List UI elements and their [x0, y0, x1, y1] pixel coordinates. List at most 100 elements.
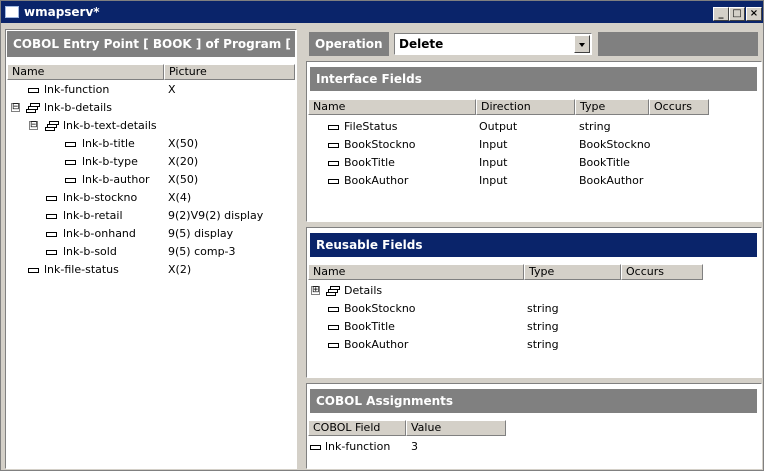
operation-label: Operation: [309, 32, 389, 56]
tree-row-name: lnk-b-type: [82, 155, 138, 168]
table-row[interactable]: ⊞ Details: [307, 282, 761, 300]
column-header-type[interactable]: Type: [575, 99, 649, 115]
table-row[interactable]: BookStockno string: [307, 300, 761, 318]
column-header-direction[interactable]: Direction: [476, 99, 575, 115]
column-header-name[interactable]: Name: [308, 264, 524, 280]
close-button[interactable]: ×: [746, 7, 762, 21]
group-icon: [326, 286, 340, 296]
operation-select[interactable]: Delete: [394, 33, 592, 55]
column-header-occurs[interactable]: Occurs: [621, 264, 703, 280]
tree-row[interactable]: ⊟ lnk-b-text-details: [6, 117, 296, 135]
tree-row[interactable]: lnk-b-retail 9(2)V9(2) display: [6, 207, 296, 225]
reusable-fields-panel: Reusable Fields Name Type Occurs ⊞ Detai…: [306, 227, 762, 378]
cell-type: string: [579, 120, 611, 133]
tree-row[interactable]: lnk-b-type X(20): [6, 153, 296, 171]
collapse-toggle[interactable]: ⊟: [11, 103, 20, 112]
column-header-cobol-field[interactable]: COBOL Field: [308, 420, 406, 436]
cobol-assignments-panel: COBOL Assignments COBOL Field Value lnk-…: [306, 383, 762, 469]
group-icon: [26, 103, 40, 113]
table-row[interactable]: FileStatus Output string: [307, 118, 761, 136]
column-header-occurs[interactable]: Occurs: [649, 99, 709, 115]
collapse-toggle[interactable]: ⊟: [29, 121, 38, 130]
tree-row-picture: X(4): [168, 191, 192, 204]
chevron-down-icon[interactable]: [574, 35, 590, 53]
operation-bar-filler: [598, 32, 758, 56]
field-icon: [28, 88, 39, 93]
field-icon: [328, 179, 339, 184]
tree-row-name: lnk-b-author: [82, 173, 150, 186]
reusable-fields-header: Reusable Fields: [310, 233, 757, 257]
cell-direction: Input: [479, 174, 508, 187]
cobol-assignments-header: COBOL Assignments: [310, 389, 757, 413]
tree-row[interactable]: lnk-b-stockno X(4): [6, 189, 296, 207]
tree-row-picture: X(20): [168, 155, 199, 168]
tree-row-name: lnk-function: [44, 83, 110, 96]
column-header-picture[interactable]: Picture: [164, 64, 295, 80]
column-header-value[interactable]: Value: [406, 420, 506, 436]
field-icon: [46, 250, 57, 255]
tree-row-name: lnk-b-retail: [63, 209, 123, 222]
title-bar[interactable]: wmapserv* _ □ ×: [1, 1, 763, 23]
cell-name: BookStockno: [344, 138, 416, 151]
cell-direction: Input: [479, 138, 508, 151]
vertical-splitter[interactable]: [299, 29, 304, 469]
cell-name: BookTitle: [344, 320, 395, 333]
interface-fields-header: Interface Fields: [310, 67, 757, 91]
tree-row[interactable]: lnk-b-title X(50): [6, 135, 296, 153]
tree-row-name: lnk-b-details: [44, 101, 112, 114]
cell-type: BookAuthor: [579, 174, 644, 187]
field-icon: [46, 214, 57, 219]
maximize-button[interactable]: □: [729, 7, 745, 21]
tree-row[interactable]: ⊟ lnk-b-details: [6, 99, 296, 117]
tree-row[interactable]: lnk-file-status X(2): [6, 261, 296, 279]
cell-name: FileStatus: [344, 120, 398, 133]
cell-type: string: [527, 338, 559, 351]
tree-row-picture: X(50): [168, 137, 199, 150]
table-row[interactable]: BookStockno Input BookStockno: [307, 136, 761, 154]
cell-value: 3: [411, 440, 418, 453]
tree-row-picture: X(2): [168, 263, 192, 276]
table-row[interactable]: BookAuthor string: [307, 336, 761, 354]
tree-row-name: lnk-b-text-details: [63, 119, 157, 132]
table-row[interactable]: BookTitle Input BookTitle: [307, 154, 761, 172]
minimize-button[interactable]: _: [713, 7, 729, 21]
tree-row-picture: X(50): [168, 173, 199, 186]
cell-direction: Output: [479, 120, 518, 133]
tree-row-name: lnk-b-sold: [63, 245, 117, 258]
field-icon: [328, 343, 339, 348]
table-row[interactable]: BookAuthor Input BookAuthor: [307, 172, 761, 190]
field-icon: [328, 307, 339, 312]
tree-row-picture: 9(2)V9(2) display: [168, 209, 264, 222]
cell-type: BookStockno: [579, 138, 651, 151]
app-window-icon: [5, 6, 19, 18]
expand-toggle[interactable]: ⊞: [311, 286, 320, 295]
cell-name: BookAuthor: [344, 174, 409, 187]
column-header-type[interactable]: Type: [524, 264, 621, 280]
table-row[interactable]: BookTitle string: [307, 318, 761, 336]
tree-row-picture: 9(5) comp-3: [168, 245, 236, 258]
tree-row-picture: X: [168, 83, 176, 96]
entry-point-header: COBOL Entry Point [ BOOK ] of Program [ …: [7, 31, 295, 57]
cell-cobol-field: lnk-function: [325, 440, 391, 453]
tree-row[interactable]: lnk-b-author X(50): [6, 171, 296, 189]
tree-row-name: lnk-b-stockno: [63, 191, 138, 204]
column-header-name[interactable]: Name: [7, 64, 164, 80]
column-header-name[interactable]: Name: [308, 99, 476, 115]
tree-row-picture: 9(5) display: [168, 227, 234, 240]
tree-row[interactable]: lnk-function X: [6, 81, 296, 99]
tree-row-name: lnk-file-status: [44, 263, 119, 276]
cell-type: BookTitle: [579, 156, 630, 169]
tree-row[interactable]: lnk-b-sold 9(5) comp-3: [6, 243, 296, 261]
cell-name: Details: [344, 284, 383, 297]
cell-name: BookAuthor: [344, 338, 409, 351]
field-icon: [328, 143, 339, 148]
tree-row[interactable]: lnk-b-onhand 9(5) display: [6, 225, 296, 243]
window-title: wmapserv*: [24, 5, 100, 19]
field-icon: [310, 445, 321, 450]
tree-row-name: lnk-b-title: [82, 137, 135, 150]
field-icon: [65, 178, 76, 183]
tree-row-name: lnk-b-onhand: [63, 227, 136, 240]
table-row[interactable]: lnk-function 3: [307, 438, 761, 456]
field-icon: [46, 196, 57, 201]
field-icon: [328, 125, 339, 130]
